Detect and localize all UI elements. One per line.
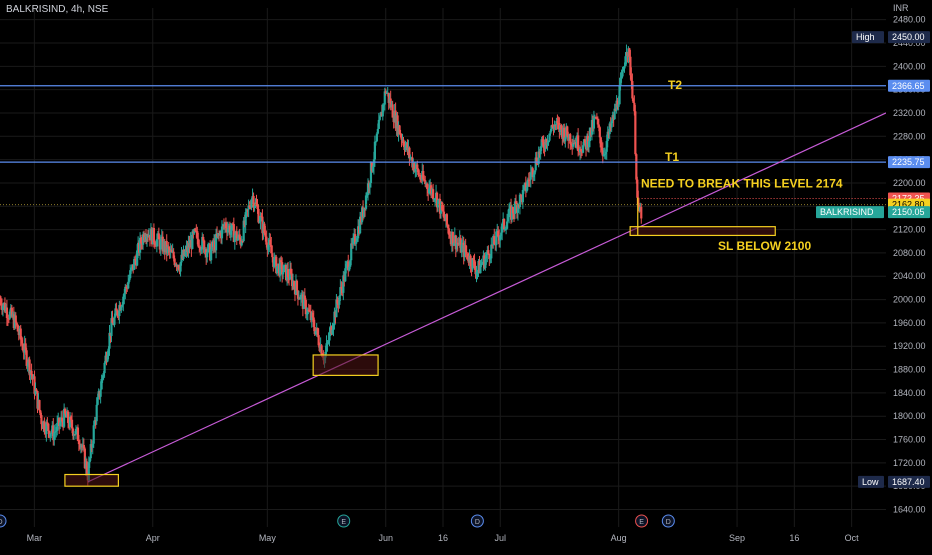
price-badge-name: High	[856, 32, 875, 42]
time-tick-label: Sep	[729, 533, 745, 543]
price-tick-label: 2200.00	[893, 178, 926, 188]
candle-body	[282, 272, 285, 275]
candle-body	[465, 252, 468, 254]
price-tick-label: 1720.00	[893, 458, 926, 468]
event-marker-letter: D	[0, 519, 3, 526]
price-tick-label: 2320.00	[893, 108, 926, 118]
symbol-title: BALKRISIND, 4h, NSE	[6, 4, 109, 15]
candle-body	[583, 139, 587, 143]
currency-label: INR	[893, 3, 909, 13]
price-badge-value: 2366.65	[892, 81, 925, 91]
price-badge-name: Low	[862, 477, 879, 487]
candle-body	[35, 389, 38, 392]
price-badge-value: 2235.75	[892, 157, 925, 167]
candle-body	[592, 118, 596, 129]
sl-box	[629, 226, 776, 237]
chart-container[interactable]: T2 T1 NEED TO BREAK THIS LEVEL 2174 SL BELO…	[0, 0, 932, 550]
price-tick-label: 2000.00	[893, 295, 926, 305]
time-tick-label: Aug	[611, 533, 627, 543]
price-tick-label: 1640.00	[893, 505, 926, 515]
candle-body	[598, 127, 601, 138]
price-tick-label: 2120.00	[893, 225, 926, 235]
price-tick-label: 2480.00	[893, 15, 926, 25]
time-tick-label: Mar	[27, 533, 43, 543]
time-tick-label: 16	[789, 533, 799, 543]
t1-label: T1	[665, 150, 679, 164]
price-badge-name: BALKRISIND	[820, 207, 874, 217]
time-tick-label: Apr	[146, 533, 160, 543]
event-marker[interactable]: E	[337, 514, 351, 528]
annotations: T2 T1 NEED TO BREAK THIS LEVEL 2174 SL BELO…	[64, 78, 843, 487]
mid-box	[312, 354, 379, 376]
price-tick-label: 2040.00	[893, 271, 926, 281]
candlestick-chart[interactable]: T2 T1 NEED TO BREAK THIS LEVEL 2174 SL BELO…	[0, 0, 932, 550]
t2-label: T2	[668, 78, 682, 92]
candle-body	[295, 280, 299, 291]
price-tick-label: 2400.00	[893, 61, 926, 71]
support-trendline	[87, 112, 887, 483]
candle-body	[210, 249, 213, 261]
candle-body	[103, 362, 106, 374]
candle-body	[152, 228, 156, 243]
candle-body	[95, 404, 98, 422]
time-tick-label: Jul	[495, 533, 507, 543]
candle-body	[99, 389, 102, 397]
time-tick-label: Jun	[378, 533, 393, 543]
price-tick-label: 2080.00	[893, 248, 926, 258]
event-marker[interactable]: D	[0, 514, 7, 528]
event-marker[interactable]: E	[635, 514, 649, 528]
candle-body	[445, 214, 449, 225]
price-tick-label: 1800.00	[893, 411, 926, 421]
candle-body	[378, 116, 381, 120]
price-tick-label: 1920.00	[893, 341, 926, 351]
candle-body	[375, 133, 378, 142]
price-badge-value: 2450.00	[892, 32, 925, 42]
price-tick-label: 1960.00	[893, 318, 926, 328]
candle-body	[505, 221, 509, 229]
low-box	[64, 473, 119, 487]
event-markers[interactable]: DEDED	[0, 514, 675, 528]
candle-body	[635, 154, 638, 180]
candle-body	[92, 425, 95, 444]
candle-body	[621, 70, 624, 77]
price-tick-label: 1880.00	[893, 365, 926, 375]
event-marker[interactable]: D	[470, 514, 484, 528]
candle-body	[631, 81, 634, 99]
candle-body	[634, 111, 637, 155]
candle-body	[38, 400, 41, 411]
candle-body	[376, 128, 379, 134]
price-tick-label: 1840.00	[893, 388, 926, 398]
candle-body	[640, 206, 643, 219]
time-tick-label: 16	[438, 533, 448, 543]
candle-body	[617, 104, 620, 107]
event-marker-letter: D	[666, 519, 671, 526]
candle-body	[271, 253, 274, 258]
candle-body	[623, 66, 626, 69]
price-axis[interactable]: INR2480.002440.002400.002360.002320.0022…	[816, 0, 932, 550]
price-tick-label: 1760.00	[893, 435, 926, 445]
time-tick-label: Oct	[845, 533, 860, 543]
event-marker[interactable]: D	[661, 514, 675, 528]
candles	[0, 44, 643, 486]
trendline-layer	[87, 112, 887, 483]
candle-body	[47, 423, 50, 431]
candle-body	[40, 415, 43, 425]
price-badge-value: 2150.05	[892, 207, 925, 217]
event-marker-letter: E	[341, 519, 346, 526]
event-marker-letter: D	[475, 519, 480, 526]
break-level-note: NEED TO BREAK THIS LEVEL 2174	[641, 177, 843, 191]
candle-body	[113, 316, 116, 325]
time-axis[interactable]: Mar Apr May Jun 16 Jul Aug Sep 16 Oct	[27, 533, 860, 543]
event-marker-letter: E	[639, 519, 644, 526]
candle-body	[432, 189, 435, 200]
stop-loss-note: SL BELOW 2100	[718, 239, 811, 253]
time-tick-label: May	[259, 533, 277, 543]
price-tick-label: 2280.00	[893, 131, 926, 141]
price-badge-value: 1687.40	[892, 477, 925, 487]
